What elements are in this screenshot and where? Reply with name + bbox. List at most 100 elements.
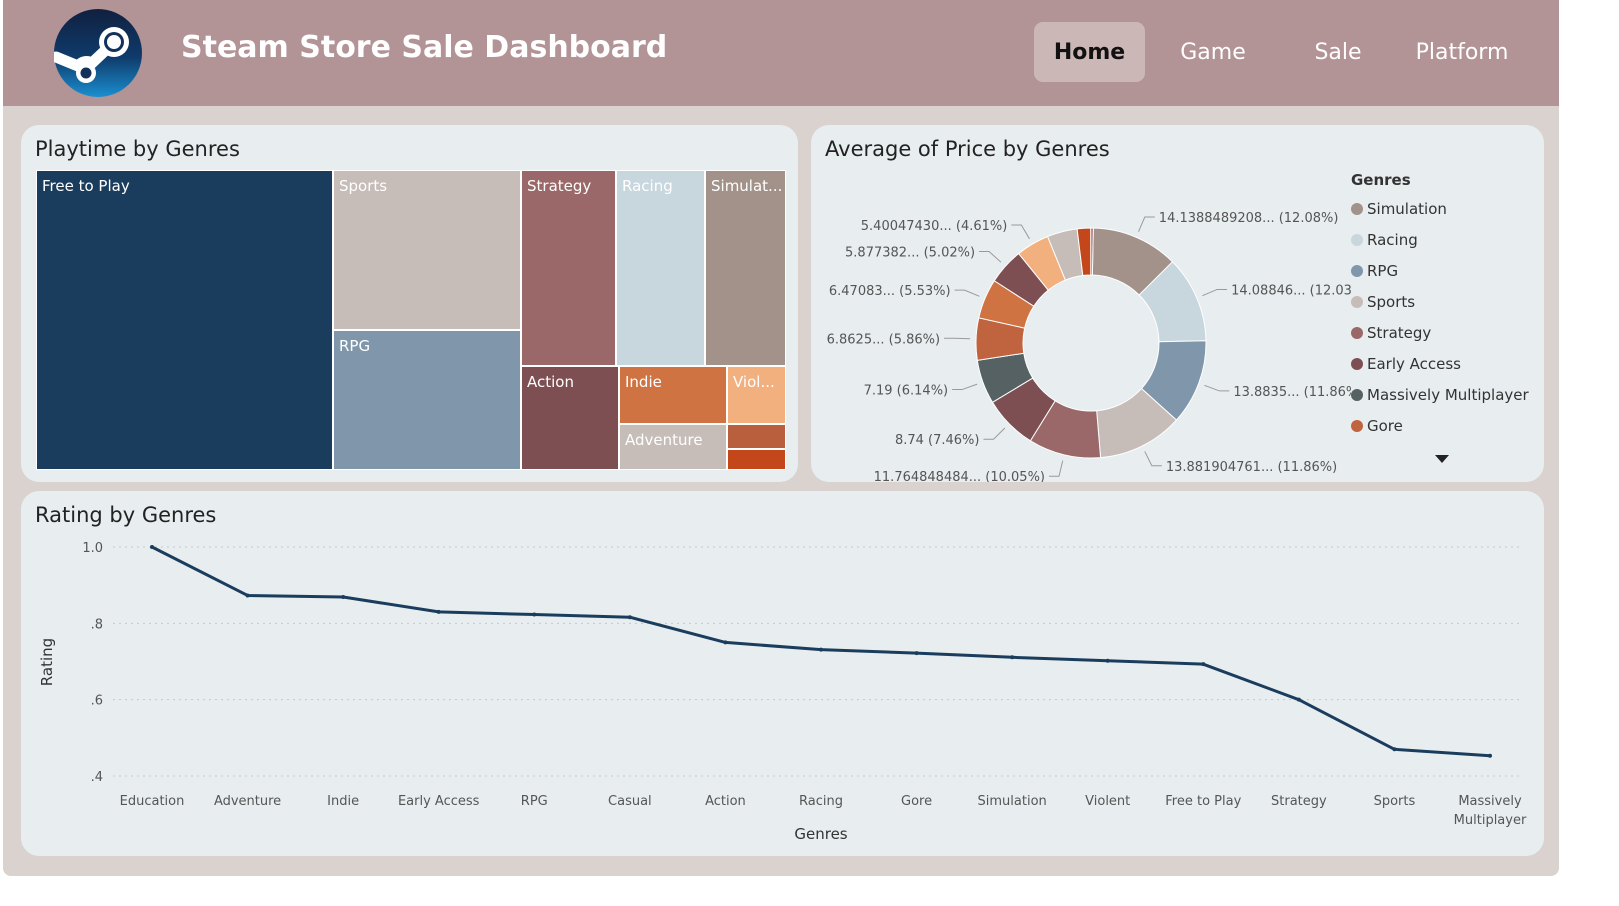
x-tick-label: Gore bbox=[901, 794, 932, 809]
x-tick-label: Action bbox=[705, 794, 746, 809]
legend-item-massively-multiplayer[interactable]: Massively Multiplayer bbox=[1351, 379, 1531, 410]
nav-sale-button[interactable]: Sale bbox=[1293, 22, 1383, 82]
header-bar: Steam Store Sale Dashboard Home Game Sal… bbox=[3, 0, 1559, 106]
legend-swatch bbox=[1351, 233, 1363, 246]
treemap-cell-simulation[interactable]: Simulat... bbox=[705, 170, 786, 366]
rating-line-chart: 1.0 .8 .6 .4 Education Adventure Indie Early Ac… bbox=[38, 541, 1527, 843]
x-tick-label: Multiplayer bbox=[1454, 813, 1527, 828]
rating-point-gore[interactable] bbox=[914, 651, 919, 656]
legend-label: Early Access bbox=[1367, 354, 1461, 373]
x-tick-label: Free to Play bbox=[1165, 794, 1241, 809]
legend-label: Racing bbox=[1367, 230, 1418, 249]
y-tick-label: 1.0 bbox=[82, 541, 103, 556]
legend-swatch bbox=[1351, 264, 1363, 277]
donut-leader-line bbox=[1202, 288, 1228, 297]
x-tick-label: Strategy bbox=[1271, 794, 1327, 809]
treemap-cell-action[interactable]: Action bbox=[521, 366, 619, 470]
nav-platform-button[interactable]: Platform bbox=[1403, 22, 1521, 82]
donut-leader-line bbox=[1144, 451, 1162, 467]
treemap-cell-indie[interactable]: Indie bbox=[619, 366, 727, 424]
treemap-cell-violent[interactable]: Viol... bbox=[727, 366, 786, 424]
x-tick-label: Education bbox=[120, 794, 185, 809]
treemap-label-sports: Sports bbox=[339, 177, 388, 195]
donut-title: Average of Price by Genres bbox=[825, 137, 1110, 161]
rating-point-violent[interactable] bbox=[1105, 658, 1110, 663]
page-title: Steam Store Sale Dashboard bbox=[181, 30, 668, 65]
donut-data-label: 13.8835... (11.86%) bbox=[1233, 385, 1351, 400]
donut-leader-line bbox=[1011, 224, 1030, 240]
treemap-cell-rpg[interactable]: RPG bbox=[333, 330, 521, 470]
nav-game-button[interactable]: Game bbox=[1163, 22, 1263, 82]
nav-home-button[interactable]: Home bbox=[1034, 22, 1145, 82]
legend-item-gore[interactable]: Gore bbox=[1351, 410, 1531, 441]
playtime-treemap-card: Playtime by Genres Free to Play Sports RPG… bbox=[21, 125, 798, 482]
treemap-label-adventure: Adventure bbox=[625, 431, 703, 449]
treemap-cell-other-1[interactable] bbox=[727, 424, 786, 449]
rating-point-casual[interactable] bbox=[627, 615, 632, 620]
legend-label: Gore bbox=[1367, 416, 1403, 435]
treemap-cell-free-to-play[interactable]: Free to Play bbox=[36, 170, 333, 470]
donut-slice-slice-14[interactable] bbox=[1090, 227, 1094, 276]
treemap-title: Playtime by Genres bbox=[35, 137, 240, 161]
legend-swatch bbox=[1351, 419, 1363, 432]
treemap-cell-sports[interactable]: Sports bbox=[333, 170, 521, 330]
rating-line-card: Rating by Genres 1.0.8.6.4 Education Adven… bbox=[21, 491, 1544, 856]
donut-leader-line bbox=[1138, 216, 1155, 232]
rating-point-free-to-play[interactable] bbox=[1201, 662, 1206, 667]
y-tick-label: .4 bbox=[91, 770, 103, 785]
rating-point-simulation[interactable] bbox=[1010, 655, 1015, 660]
donut-leader-line bbox=[952, 383, 978, 391]
rating-point-sports[interactable] bbox=[1392, 747, 1397, 752]
legend-scroll-down-icon[interactable] bbox=[1435, 455, 1449, 463]
treemap-label-action: Action bbox=[527, 373, 574, 391]
donut-data-label: 5.877382... (5.02%) bbox=[845, 245, 975, 260]
donut-leader-line bbox=[979, 250, 1002, 263]
donut-leader-line bbox=[1049, 460, 1064, 477]
rating-point-rpg[interactable] bbox=[532, 612, 537, 617]
playtime-treemap: Free to Play Sports RPG Strategy Racing Simul… bbox=[36, 170, 786, 470]
treemap-cell-adventure[interactable]: Adventure bbox=[619, 424, 727, 470]
treemap-cell-strategy[interactable]: Strategy bbox=[521, 170, 616, 366]
treemap-label-strategy: Strategy bbox=[527, 177, 592, 195]
rating-point-action[interactable] bbox=[723, 640, 728, 645]
donut-data-label: 8.74 (7.46%) bbox=[895, 433, 980, 448]
donut-leader-line bbox=[1204, 384, 1230, 392]
x-tick-label: Massively bbox=[1458, 794, 1522, 809]
x-tick-label: Violent bbox=[1085, 794, 1130, 809]
treemap-label-indie: Indie bbox=[625, 373, 662, 391]
legend-label: Strategy bbox=[1367, 323, 1432, 342]
legend-label: Massively Multiplayer bbox=[1367, 385, 1529, 404]
y-tick-label: .8 bbox=[91, 617, 103, 632]
treemap-cell-racing[interactable]: Racing bbox=[616, 170, 705, 366]
rating-point-massively-multiplayer[interactable] bbox=[1488, 753, 1492, 758]
legend-swatch bbox=[1351, 388, 1363, 401]
treemap-label-violent: Viol... bbox=[733, 373, 775, 391]
x-tick-label: Racing bbox=[799, 794, 843, 809]
legend-item-racing[interactable]: Racing bbox=[1351, 224, 1531, 255]
donut-leader-line bbox=[944, 337, 971, 340]
rating-point-early-access[interactable] bbox=[436, 609, 441, 614]
legend-item-strategy[interactable]: Strategy bbox=[1351, 317, 1531, 348]
rating-point-adventure[interactable] bbox=[245, 593, 250, 598]
donut-leader-line bbox=[954, 289, 980, 297]
x-tick-label: RPG bbox=[521, 794, 548, 809]
treemap-label-racing: Racing bbox=[622, 177, 673, 195]
x-tick-label: Early Access bbox=[398, 794, 480, 809]
donut-data-label: 14.1388489208... (12.08%) bbox=[1159, 211, 1339, 226]
x-tick-label: Sports bbox=[1374, 794, 1416, 809]
legend-item-sports[interactable]: Sports bbox=[1351, 286, 1531, 317]
rating-point-education[interactable] bbox=[150, 545, 154, 549]
legend-item-simulation[interactable]: Simulation bbox=[1351, 193, 1531, 224]
rating-point-racing[interactable] bbox=[819, 647, 823, 652]
rating-point-strategy[interactable] bbox=[1296, 697, 1301, 702]
treemap-cell-other-2[interactable] bbox=[727, 449, 786, 470]
y-axis-title: Rating bbox=[38, 638, 56, 686]
rating-point-indie[interactable] bbox=[341, 594, 346, 599]
legend-item-early-access[interactable]: Early Access bbox=[1351, 348, 1531, 379]
legend-swatch bbox=[1351, 326, 1363, 339]
legend-swatch bbox=[1351, 357, 1363, 370]
x-axis-title: Genres bbox=[794, 825, 847, 843]
legend-item-rpg[interactable]: RPG bbox=[1351, 255, 1531, 286]
donut-data-label: 14.08846... (12.03%) bbox=[1231, 283, 1351, 298]
steam-logo-icon bbox=[54, 9, 142, 97]
